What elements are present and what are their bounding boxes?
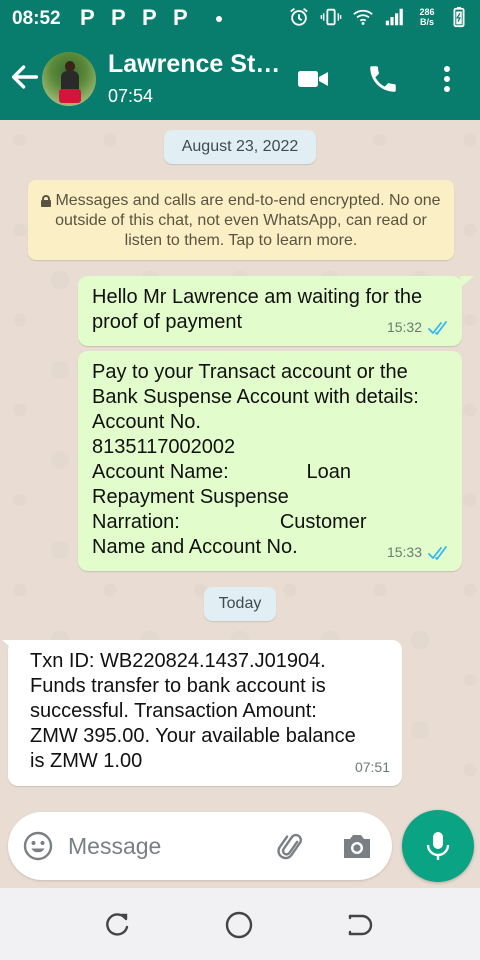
vibrate-icon <box>320 8 342 26</box>
mic-button[interactable] <box>402 810 474 882</box>
back-nav-icon[interactable] <box>344 910 374 940</box>
mic-icon <box>426 832 450 860</box>
double-tick-read-icon <box>428 545 447 560</box>
bubble-tail <box>460 276 474 288</box>
more-vert-icon[interactable] <box>430 62 464 96</box>
alarm-icon <box>290 8 308 26</box>
avatar-figure-skirt <box>59 89 81 103</box>
attach-icon[interactable] <box>274 830 308 864</box>
encryption-notice-text: Messages and calls are end-to-end encryp… <box>55 192 441 249</box>
message-meta: 07:51 <box>355 755 390 780</box>
avatar[interactable] <box>42 52 96 106</box>
message-meta: 15:33 <box>387 540 450 565</box>
phone-icon[interactable] <box>366 62 400 96</box>
date-separator-today: Today <box>204 587 276 621</box>
more-notifications-dot <box>216 16 222 22</box>
message-bubble-outgoing[interactable]: Pay to your Transact account or the Bank… <box>78 351 462 571</box>
contact-name[interactable]: Lawrence St… <box>108 50 280 79</box>
message-bubble-outgoing[interactable]: Hello Mr Lawrence am waiting for the pro… <box>78 276 462 346</box>
system-nav-bar <box>0 888 480 960</box>
status-icons: 286 B/s <box>288 5 470 29</box>
home-icon[interactable] <box>224 910 254 940</box>
wifi-icon <box>353 9 373 25</box>
notification-p-icon: P <box>80 5 95 30</box>
network-speed: 286 B/s <box>416 7 438 27</box>
date-separator: August 23, 2022 <box>164 130 316 164</box>
message-composer <box>8 812 392 880</box>
message-time: 15:32 <box>386 319 422 335</box>
message-meta: 15:32 <box>387 315 450 340</box>
app-header: 08:52 P P P P 286 B/s Lawrence St… 07:54 <box>0 0 480 120</box>
battery-icon <box>453 6 465 28</box>
network-speed-value: 286 <box>419 7 435 17</box>
notification-icons: P P P P <box>80 6 191 30</box>
notification-p-icon: P <box>142 5 157 30</box>
double-tick-read-icon <box>428 320 447 335</box>
lock-icon <box>41 195 52 207</box>
encryption-notice[interactable]: Messages and calls are end-to-end encryp… <box>28 180 454 260</box>
message-time: 07:51 <box>354 759 390 775</box>
recents-icon[interactable] <box>104 910 134 940</box>
chat-area[interactable]: August 23, 2022 Messages and calls are e… <box>0 120 480 806</box>
message-text: Txn ID: WB220824.1437.J01904. Funds tran… <box>30 650 356 772</box>
camera-icon[interactable] <box>340 830 374 862</box>
notification-p-icon: P <box>111 5 126 30</box>
contact-last-seen[interactable]: 07:54 <box>108 86 153 107</box>
video-call-icon[interactable] <box>296 62 330 96</box>
message-time: 15:33 <box>386 544 422 560</box>
message-input[interactable] <box>68 826 268 866</box>
status-bar: 08:52 P P P P 286 B/s <box>0 0 480 38</box>
status-time: 08:52 <box>12 8 61 29</box>
notification-p-icon: P <box>173 5 188 30</box>
chat-header: Lawrence St… 07:54 <box>0 38 480 120</box>
message-bubble-incoming[interactable]: Txn ID: WB220824.1437.J01904. Funds tran… <box>8 640 402 786</box>
network-speed-unit: B/s <box>419 17 434 27</box>
message-text: Pay to your Transact account or the Bank… <box>92 361 419 558</box>
emoji-icon[interactable] <box>22 830 54 862</box>
back-arrow-icon[interactable] <box>8 60 42 94</box>
signal-icon <box>385 8 403 26</box>
